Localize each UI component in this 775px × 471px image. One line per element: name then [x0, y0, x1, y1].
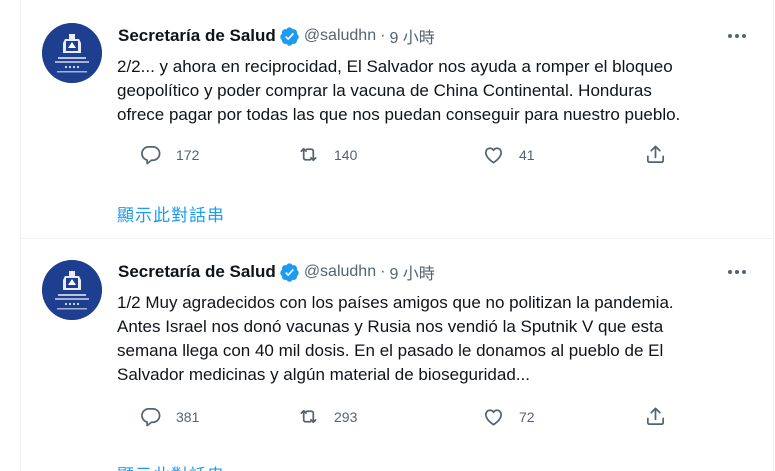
retweet-button[interactable]: 140	[297, 143, 357, 166]
avatar[interactable]	[42, 260, 102, 320]
author-name[interactable]: Secretaría de Salud	[118, 262, 276, 282]
tweet-actions: 172 140 41	[117, 143, 677, 167]
share-button[interactable]	[644, 143, 667, 166]
author-handle[interactable]: @saludhn	[304, 263, 376, 281]
reply-button[interactable]: 172	[139, 143, 199, 166]
show-thread-link[interactable]: 顯示此對話串	[117, 201, 225, 226]
timeline: Secretaría de Salud @saludhn · 9 小時 2/2.…	[20, 0, 774, 471]
tweet-header: Secretaría de Salud @saludhn · 9 小時	[118, 260, 435, 284]
more-horizontal-icon[interactable]	[725, 260, 749, 284]
like-button[interactable]: 41	[482, 143, 535, 166]
like-button[interactable]: 72	[482, 405, 535, 428]
separator-dot: ·	[380, 263, 386, 280]
tweet-header: Secretaría de Salud @saludhn · 9 小時	[118, 24, 435, 48]
retweet-button[interactable]: 293	[297, 405, 357, 428]
timestamp[interactable]: 9 小時	[389, 260, 434, 284]
tweet[interactable]: Secretaría de Salud @saludhn · 9 小時 2/2.…	[21, 0, 773, 239]
author-name[interactable]: Secretaría de Salud	[118, 26, 276, 46]
heart-icon	[484, 147, 503, 164]
share-icon	[646, 145, 665, 164]
retweet-icon	[300, 409, 317, 424]
reply-count: 172	[176, 146, 200, 163]
retweet-count: 140	[334, 146, 358, 163]
show-thread-link[interactable]: 顯示此對話串	[117, 461, 225, 471]
like-count: 41	[519, 146, 535, 163]
tweet-actions: 381 293 72	[117, 405, 677, 429]
tweet-text: 1/2 Muy agradecidos con los países amigo…	[117, 293, 674, 384]
health-ministry-logo	[42, 260, 102, 320]
retweet-icon	[300, 147, 317, 162]
avatar[interactable]	[42, 23, 102, 83]
reply-button[interactable]: 381	[139, 405, 199, 428]
verified-badge-icon	[280, 262, 299, 282]
reply-count: 381	[176, 408, 200, 425]
retweet-count: 293	[334, 408, 358, 425]
share-button[interactable]	[644, 405, 667, 428]
separator-dot: ·	[380, 27, 386, 44]
author-handle[interactable]: @saludhn	[304, 27, 376, 45]
health-ministry-logo	[42, 23, 102, 83]
reply-icon	[141, 407, 161, 427]
tweet-text: 2/2... y ahora en reciprocidad, El Salva…	[117, 57, 681, 124]
timestamp[interactable]: 9 小時	[389, 24, 434, 48]
more-horizontal-icon[interactable]	[725, 24, 749, 48]
verified-badge-icon	[280, 26, 299, 46]
reply-icon	[141, 145, 161, 165]
like-count: 72	[519, 408, 535, 425]
tweet[interactable]: Secretaría de Salud @saludhn · 9 小時 1/2 …	[21, 239, 773, 471]
share-icon	[646, 407, 665, 426]
heart-icon	[484, 409, 503, 426]
